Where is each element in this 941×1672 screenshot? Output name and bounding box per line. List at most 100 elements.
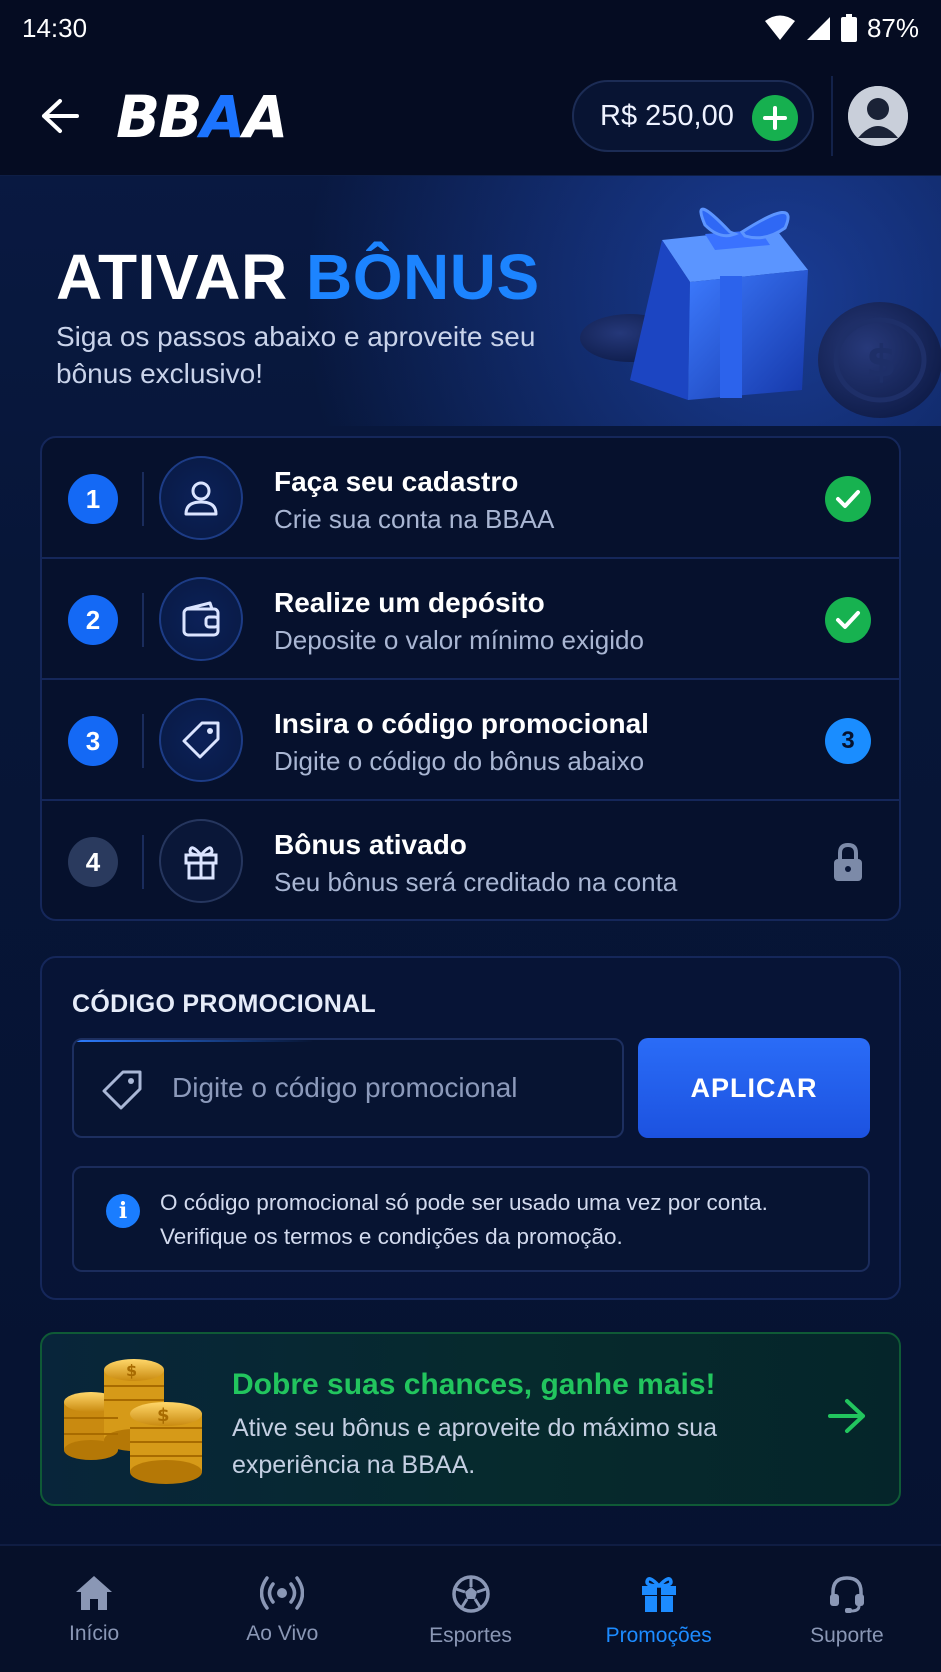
add-funds-button[interactable] [752,95,798,141]
tag-icon [102,1070,142,1110]
svg-text:$: $ [866,336,897,387]
step-item-bonus-activated[interactable]: 4 Bônus ativado Seu bônus será creditado… [42,801,899,919]
step-description: Deposite o valor mínimo exigido [274,625,644,655]
step-icon-circle [159,819,243,903]
title-accent: BÔNUS [306,241,540,313]
home-icon [76,1576,113,1610]
nav-label: Suporte [810,1624,884,1647]
signal-icon [806,17,830,40]
lock-icon [834,842,862,881]
profile-avatar-button[interactable] [848,86,908,146]
nav-item-inicio[interactable]: Início [0,1546,188,1672]
nav-item-promocoes[interactable]: Promoções [565,1546,753,1672]
user-avatar-icon [848,86,908,146]
nav-label: Início [69,1622,120,1645]
banner-title: Dobre suas chances, ganhe mais! [232,1368,716,1401]
checkmark-icon [836,611,860,629]
wifi-icon [764,15,795,40]
bottom-navigation: Início Ao Vivo Esportes Promoções Suport… [0,1544,941,1672]
step-complete-badge [825,476,871,522]
info-icon: i [106,1194,140,1228]
step-title: Insira o código promocional [274,708,649,739]
promo-code-label: CÓDIGO PROMOCIONAL [72,990,377,1018]
soccer-ball-icon [451,1575,490,1613]
promo-banner[interactable]: $ $ Dobre suas chances, ganhe mais! Ativ… [40,1332,901,1506]
svg-text:$: $ [126,1361,137,1380]
step-description: Crie sua conta na BBAA [274,504,555,534]
page-subtitle: Siga os passos abaixo e aproveite seu bô… [56,321,536,389]
nav-item-suporte[interactable]: Suporte [753,1546,941,1672]
steps-list: 1 Faça seu cadastro Crie sua conta na BB… [40,436,901,921]
banner-text: Ative seu bônus e aproveite do máximo su… [232,1414,717,1479]
nav-item-esportes[interactable]: Esportes [376,1546,564,1672]
apply-button[interactable]: APLICAR [638,1038,870,1138]
step-locked-badge [825,839,871,885]
gift-icon [641,1577,676,1612]
header-divider [831,76,833,156]
logo-text-bb: BB [116,83,202,151]
svg-text:$: $ [157,1405,170,1426]
step-number: 4 [68,837,118,887]
arrow-left-icon [42,99,79,133]
info-line-2: Verifique os termos e condições da promo… [160,1224,623,1249]
checkmark-icon [836,490,860,508]
step-separator [142,472,144,526]
step-icon-circle [159,577,243,661]
step-item-promo-code[interactable]: 3 Insira o código promocional Digite o c… [42,680,899,801]
logo-text-a: A [243,83,288,151]
step-icon-circle [159,456,243,540]
step-icon-circle [159,698,243,782]
step-title: Realize um depósito [274,587,545,618]
info-notice: i O código promocional só pode ser usado… [72,1166,870,1272]
input-focus-line [74,1040,314,1042]
logo-text-a-blue: A [200,83,245,151]
step-description: Seu bônus será creditado na conta [274,867,678,897]
promo-code-input[interactable] [172,1062,602,1114]
promo-code-card: CÓDIGO PROMOCIONAL APLICAR i O código pr… [40,956,901,1300]
status-icons: 87% [764,12,919,44]
step-title: Faça seu cadastro [274,466,519,497]
step-separator [142,835,144,889]
app-header: BBAA R$ 250,00 [0,56,941,176]
status-bar: 14:30 87% [0,0,941,56]
wallet-icon [182,601,220,637]
status-time: 14:30 [22,12,88,43]
nav-label: Esportes [429,1624,512,1647]
hero-section: ATIVAR BÔNUS Siga os passos abaixo e apr… [0,176,941,426]
arrow-right-icon[interactable] [827,1398,867,1434]
plus-icon [763,106,787,130]
info-line-1: O código promocional só pode ser usado u… [160,1190,768,1215]
live-broadcast-icon [260,1576,305,1610]
nav-label: Promoções [605,1624,712,1647]
gift-icon [184,846,218,880]
step-separator [142,593,144,647]
screen: 14:30 87% BBAA R$ 250,00 ATIVAR BÔNUS Si… [0,0,941,1672]
step-description: Digite o código do bônus abaixo [274,746,645,776]
battery-icon [840,14,857,42]
step-complete-badge [825,597,871,643]
step-number: 2 [68,595,118,645]
gold-coins-icon: $ $ [64,1359,202,1484]
step-separator [142,714,144,768]
balance-pill[interactable]: R$ 250,00 [572,80,814,152]
headset-icon [829,1576,864,1613]
nav-label: Ao Vivo [246,1622,319,1645]
page-title: ATIVAR BÔNUS [56,240,540,314]
step-item-deposit[interactable]: 2 Realize um depósito Deposite o valor m… [42,559,899,680]
step-number: 1 [68,474,118,524]
gift-box-illustration: $ [580,207,941,418]
title-main: ATIVAR [56,241,288,313]
balance-amount: R$ 250,00 [600,99,734,132]
nav-item-ao-vivo[interactable]: Ao Vivo [188,1546,376,1672]
step-title: Bônus ativado [274,829,467,860]
step-current-badge: 3 [825,718,871,764]
brand-logo[interactable]: BBAA [116,82,288,152]
promo-code-field[interactable] [72,1038,624,1138]
tag-icon [182,721,220,759]
step-number: 3 [68,716,118,766]
battery-level: 87% [866,12,919,43]
step-item-register[interactable]: 1 Faça seu cadastro Crie sua conta na BB… [42,438,899,559]
info-text: O código promocional só pode ser usado u… [160,1186,850,1254]
back-button[interactable] [36,92,84,140]
user-icon [184,481,218,516]
